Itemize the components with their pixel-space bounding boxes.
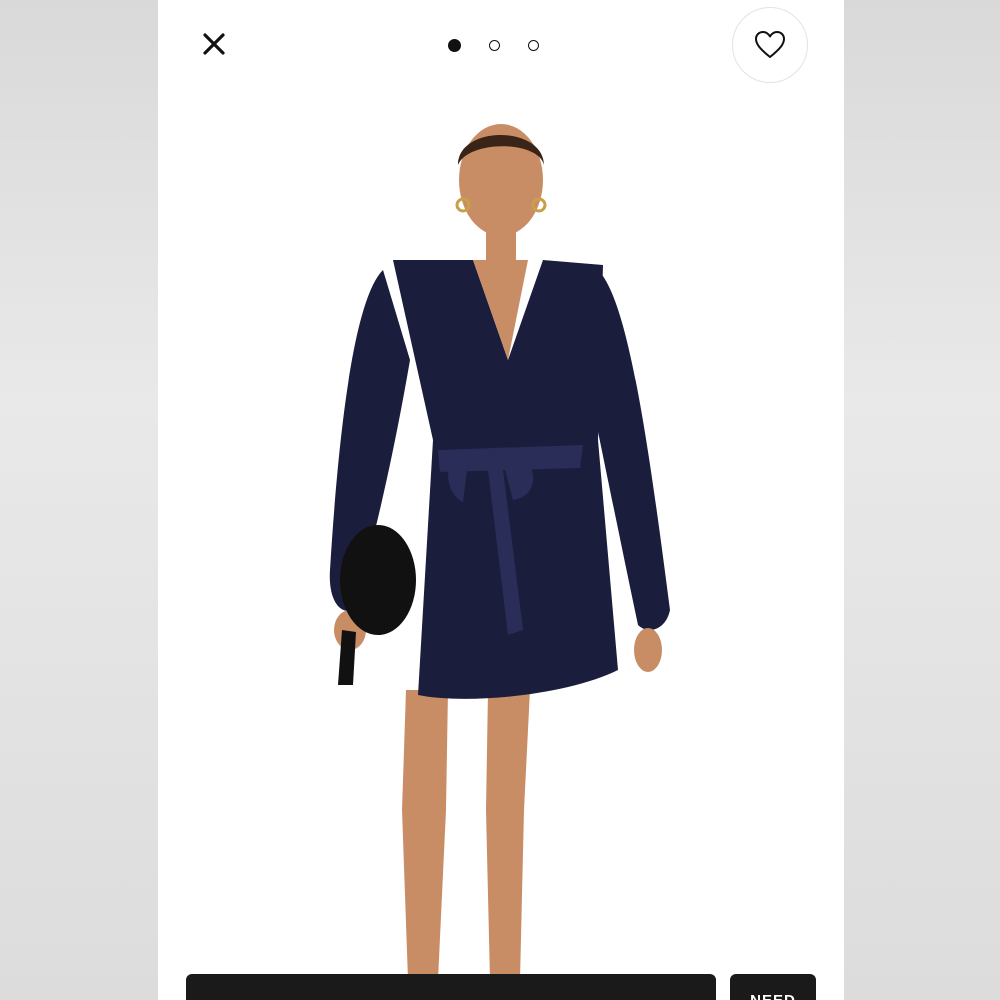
carousel-dot-1[interactable] <box>448 38 461 52</box>
close-icon <box>203 33 225 55</box>
need-it-button[interactable]: NEED <box>730 974 816 1000</box>
backdrop-left <box>0 0 158 1000</box>
add-to-bag-button[interactable] <box>186 974 716 1000</box>
product-photo <box>329 124 670 980</box>
close-button[interactable] <box>198 28 230 60</box>
heart-icon <box>755 31 785 58</box>
carousel-dot-3[interactable] <box>528 39 539 51</box>
backdrop-right <box>844 0 1000 1000</box>
carousel-indicators <box>448 38 539 52</box>
product-screen: NEED <box>158 0 844 1000</box>
favorite-button[interactable] <box>732 7 808 83</box>
carousel-dot-2[interactable] <box>489 39 500 51</box>
